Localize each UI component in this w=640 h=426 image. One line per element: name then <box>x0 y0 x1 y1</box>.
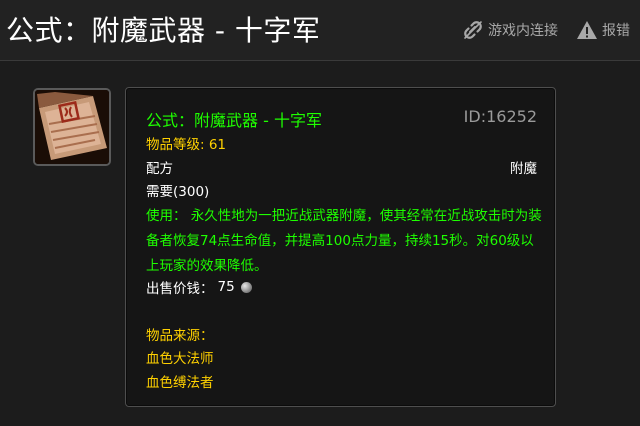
skill-requirement: 需要(300) <box>146 184 210 200</box>
warning-icon <box>576 19 598 41</box>
item-tooltip: 公式：附魔武器 - 十字军 ID:16252 物品等级: 61 配方 附魔 需要… <box>125 87 556 407</box>
sell-price: 出售价钱： 75 <box>146 277 252 297</box>
sell-price-value: 75 <box>217 279 235 295</box>
ingame-link-button[interactable]: 游戏内连接 <box>462 19 558 41</box>
item-subtype: 附魔 <box>510 161 537 177</box>
item-level: 物品等级: 61 <box>146 137 227 153</box>
report-button[interactable]: 报错 <box>576 19 630 41</box>
source-link-scarlet-archmage[interactable]: 血色大法师 <box>146 347 214 367</box>
ingame-link-label: 游戏内连接 <box>488 23 558 39</box>
sell-price-label: 出售价钱： <box>146 281 214 297</box>
item-id: ID:16252 <box>463 107 537 126</box>
item-name: 公式：附魔武器 - 十字军 <box>146 111 322 130</box>
recipe-scroll-icon <box>33 88 111 166</box>
page-header: 公式：附魔武器 - 十字军 游戏内连接 报错 <box>0 0 640 61</box>
page-title: 公式：附魔武器 - 十字军 <box>6 14 321 47</box>
report-label: 报错 <box>602 23 630 39</box>
source-label: 物品来源： <box>146 328 214 344</box>
link-icon <box>462 19 484 41</box>
source-link-scarlet-binder[interactable]: 血色缚法者 <box>146 371 214 391</box>
silver-coin-icon <box>240 281 252 293</box>
use-effect-text: 使用： 永久性地为一把近战武器附魔，使其经常在近战攻击时为装备者恢复74点生命值… <box>146 208 542 274</box>
item-type: 配方 <box>146 161 173 177</box>
